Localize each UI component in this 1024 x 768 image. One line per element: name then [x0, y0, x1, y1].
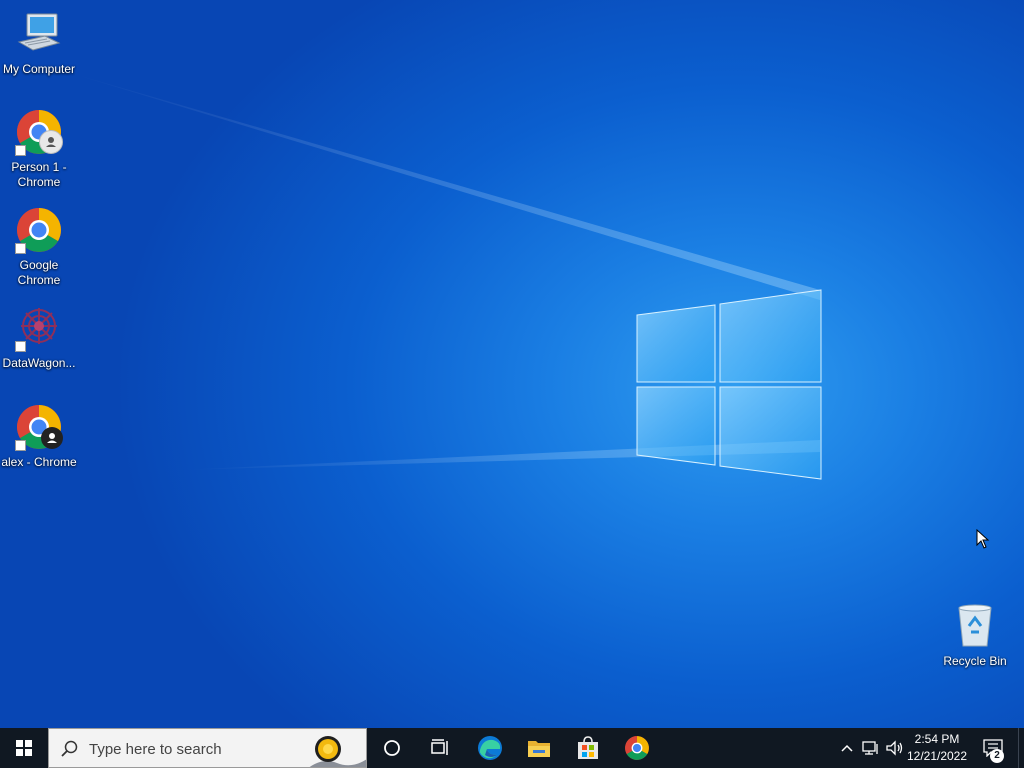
edge-button[interactable] — [466, 728, 514, 768]
recycle-bin-icon — [951, 602, 999, 650]
network-icon — [862, 741, 878, 755]
search-placeholder: Type here to search — [89, 741, 222, 758]
desktop-icon-alex-chrome[interactable]: alex - Chrome — [0, 403, 78, 470]
task-view-button[interactable] — [416, 728, 464, 768]
desktop-icon-my-computer[interactable]: My Computer — [0, 10, 78, 77]
edge-icon — [478, 736, 502, 760]
shortcut-arrow-icon — [15, 145, 26, 156]
taskbar: Type here to search 2:54 PM 12/21/2022 2 — [0, 728, 1024, 768]
search-box[interactable]: Type here to search — [48, 728, 367, 768]
file-explorer-icon — [528, 741, 550, 757]
speaker-icon — [886, 740, 903, 756]
volume-button[interactable] — [884, 728, 906, 768]
windows-wallpaper — [60, 70, 822, 480]
profile-badge-icon — [39, 130, 63, 154]
show-desktop-button[interactable] — [1018, 728, 1024, 768]
shortcut-arrow-icon — [15, 341, 26, 352]
microsoft-store-icon — [578, 736, 598, 759]
mouse-cursor-icon — [976, 529, 990, 549]
profile-badge-icon — [41, 427, 63, 449]
search-icon — [61, 740, 78, 757]
notification-count-badge: 2 — [990, 749, 1004, 763]
desktop-icon-datawagon[interactable]: DataWagon... — [0, 304, 78, 371]
desktop-icon-person1-chrome[interactable]: Person 1 - Chrome — [0, 108, 78, 190]
desktop-icon-label: My Computer — [2, 62, 76, 76]
clock[interactable]: 2:54 PM 12/21/2022 — [906, 731, 968, 765]
datawagon-icon — [15, 304, 63, 352]
chrome-icon — [625, 736, 649, 760]
computer-icon — [15, 10, 63, 58]
chevron-up-icon — [841, 744, 853, 752]
chrome-taskbar-button[interactable] — [613, 728, 661, 768]
desktop-icon-label: alex - Chrome — [1, 455, 77, 469]
shortcut-arrow-icon — [15, 440, 26, 451]
network-button[interactable] — [860, 728, 882, 768]
desktop-icon-label: Recycle Bin — [943, 654, 1007, 668]
chrome-icon — [15, 403, 63, 451]
desktop: My Computer Person 1 - Chrome Google Chr… — [0, 0, 1024, 728]
desktop-icon-label: Person 1 - Chrome — [11, 160, 67, 189]
desktop-icon-google-chrome[interactable]: Google Chrome — [0, 206, 78, 288]
shortcut-arrow-icon — [15, 243, 26, 254]
start-button[interactable] — [0, 728, 48, 768]
task-view-icon — [431, 739, 448, 755]
clock-time: 2:54 PM — [914, 732, 960, 746]
show-hidden-icons-button[interactable] — [836, 728, 858, 768]
clock-date: 12/21/2022 — [906, 749, 968, 763]
cortana-icon — [384, 740, 400, 756]
cortana-button[interactable] — [368, 728, 416, 768]
search-highlight-icon — [309, 736, 366, 767]
chrome-icon — [15, 108, 63, 156]
chrome-icon — [15, 206, 63, 254]
desktop-icon-label: Google Chrome — [17, 258, 61, 287]
file-explorer-button[interactable] — [515, 728, 563, 768]
desktop-icon-recycle-bin[interactable]: Recycle Bin — [936, 602, 1014, 669]
microsoft-store-button[interactable] — [564, 728, 612, 768]
desktop-icon-label: DataWagon... — [2, 356, 76, 370]
windows-logo-icon — [16, 740, 32, 756]
